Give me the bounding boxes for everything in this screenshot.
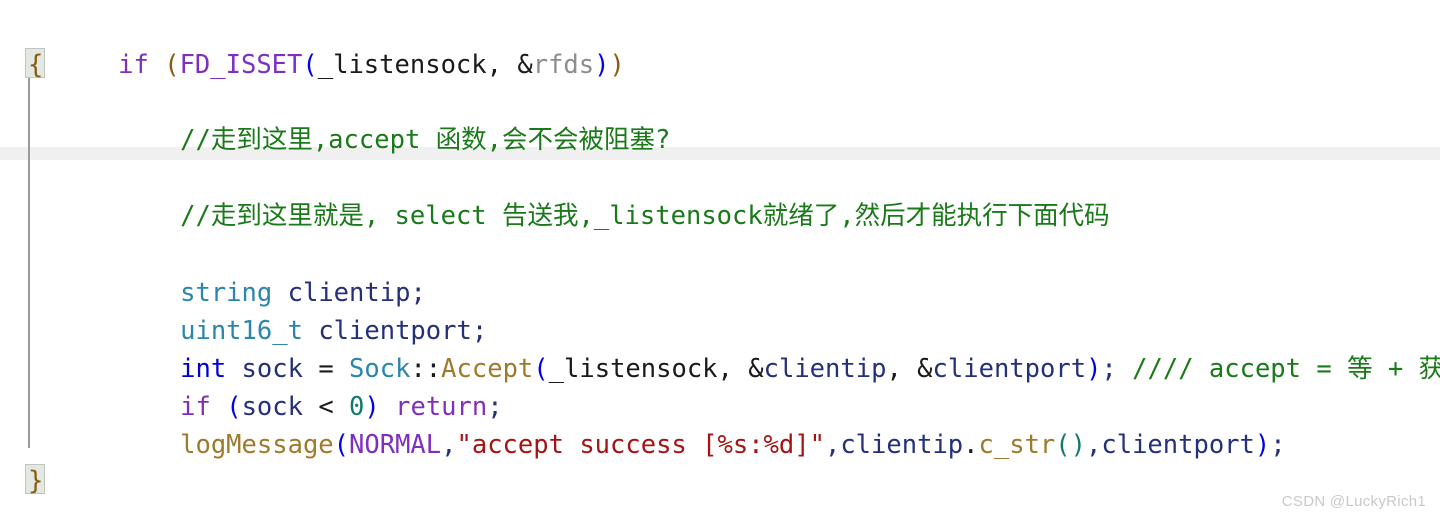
clipped-top-line: // , , _ , , [0,0,1440,8]
token-ident-rfds: rfds [532,50,595,80]
token-comment-select-ready: //走到这里就是, select 告送我,_listensock就绪了,然后才能… [180,201,1110,231]
code-line-decl-clientport[interactable]: uint16_t clientport; [0,274,1440,346]
token-ident-listensock: _listensock [317,50,487,80]
token-paren-open-outer: ( [164,50,180,80]
token-fn-c-str: c_str [978,430,1056,460]
token-paren-close-outer: ) [609,50,625,80]
csdn-watermark: CSDN @LuckyRich1 [1281,493,1426,510]
token-comma-4: , [441,430,457,460]
token-string-literal: "accept success [%s:%d]" [456,430,825,460]
token-comma-5: , [824,430,841,460]
code-line-accept-call[interactable]: int sock = Sock::Accept(_listensock, &cl… [0,312,1440,384]
token-arg-clientip-2: clientip [840,430,964,460]
code-line-log-message[interactable]: logMessage(NORMAL,"accept success [%s:%d… [0,388,1440,460]
code-line-decl-clientip[interactable]: string clientip; [0,236,1440,308]
code-line-comment-select-ready[interactable]: //走到这里就是, select 告送我,_listensock就绪了,然后才能… [0,159,1440,231]
token-fn-log-message: logMessage [180,430,334,460]
token-paren-open-inner: ( [302,50,318,80]
token-comment-accept-block: //走到这里,accept 函数,会不会被阻塞? [180,125,671,155]
token-ampersand-1: & [517,50,533,80]
token-space-1 [149,50,164,80]
brace-open-glyph: { [28,50,44,80]
token-enum-normal: NORMAL [349,430,442,460]
token-dot-operator: . [963,430,979,460]
token-macro-fd-isset: FD_ISSET [179,50,303,80]
brace-close-glyph: } [28,466,44,496]
token-paren-close-cstr: ) [1070,430,1086,460]
token-paren-open-log: ( [333,430,350,460]
token-comma-1: , [486,50,518,80]
token-comma-6: , [1086,430,1102,460]
token-paren-close-inner: ) [594,50,610,80]
code-editor-canvas: // , , _ , , if (FD_ISSET(_listensock, &… [0,0,1440,516]
code-line-if-fd-isset[interactable]: if (FD_ISSET(_listensock, &rfds)) [0,8,1440,80]
token-paren-close-log: ) [1254,430,1271,460]
token-keyword-if: if [118,50,149,80]
code-line-if-sock-negative[interactable]: if (sock < 0) return; [0,350,1440,422]
code-line-comment-accept-block[interactable]: //走到这里,accept 函数,会不会被阻塞? [0,83,1440,155]
token-arg-clientport-2: clientport [1101,430,1255,460]
token-semicolon-5: ; [1270,430,1286,460]
token-paren-open-cstr: ( [1055,430,1071,460]
